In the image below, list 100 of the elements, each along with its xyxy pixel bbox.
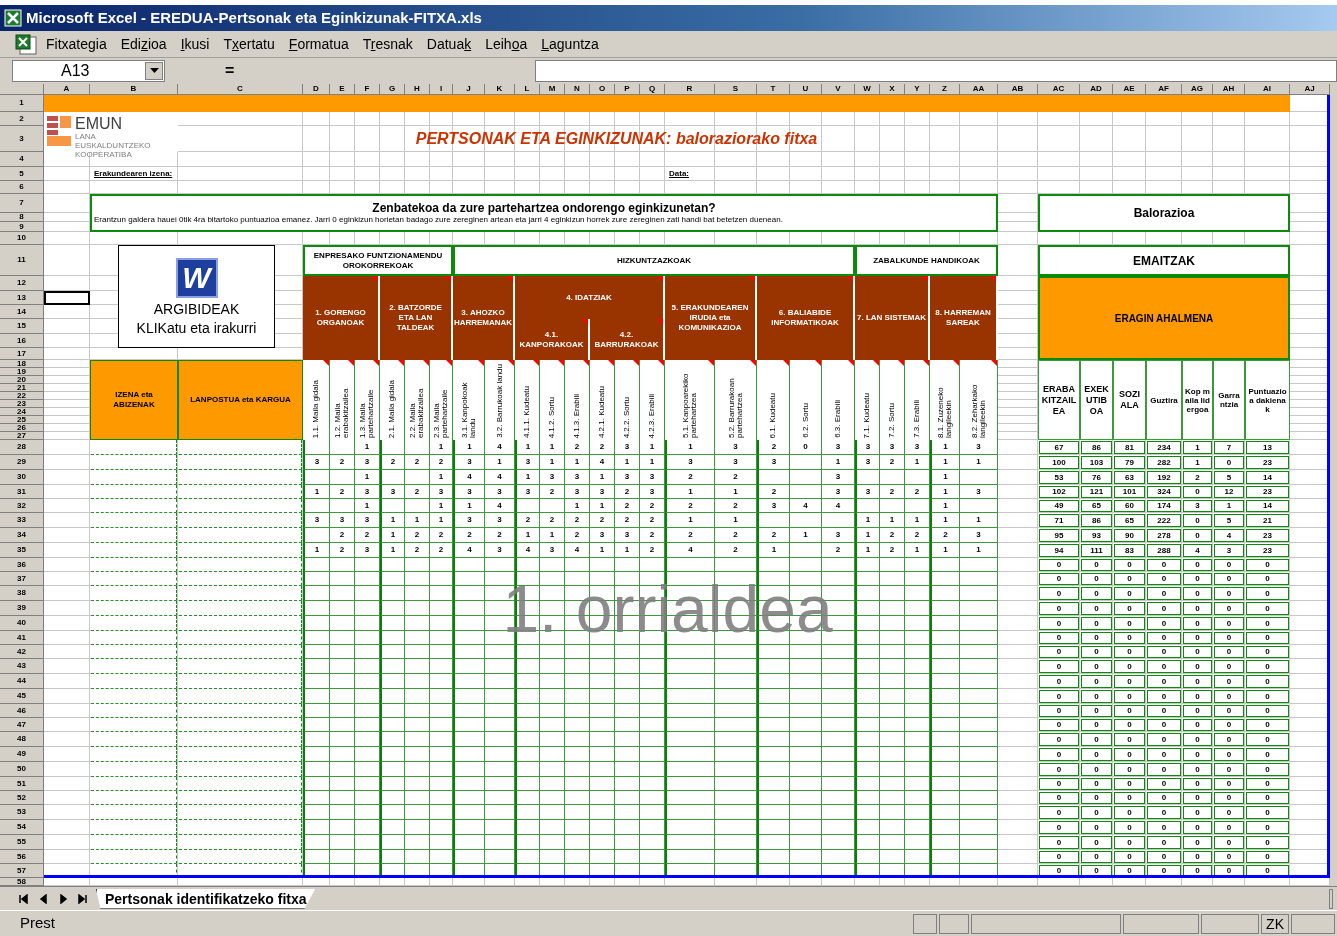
row-header[interactable]: 35 (0, 543, 44, 558)
column-header[interactable]: E (330, 84, 355, 95)
column-header[interactable]: G (380, 84, 405, 95)
row-header[interactable]: 45 (0, 689, 44, 704)
dropdown-button[interactable] (145, 61, 163, 80)
table-cell[interactable] (179, 543, 302, 558)
column-header[interactable]: O (590, 84, 615, 95)
table-cell[interactable] (91, 543, 177, 558)
row-header[interactable]: 43 (0, 659, 44, 674)
row-header[interactable]: 57 (0, 864, 44, 878)
table-cell[interactable] (179, 791, 302, 805)
table-cell[interactable] (179, 689, 302, 704)
table-cell[interactable] (179, 674, 302, 689)
row-header[interactable]: 27 (0, 432, 44, 440)
table-cell[interactable] (91, 835, 177, 850)
row-header[interactable]: 44 (0, 674, 44, 689)
column-header[interactable]: AI (1245, 84, 1290, 95)
row-header[interactable]: 16 (0, 334, 44, 348)
table-cell[interactable] (91, 747, 177, 762)
column-header[interactable]: T (757, 84, 790, 95)
workbook-icon[interactable] (14, 33, 38, 56)
column-header[interactable]: I (430, 84, 453, 95)
table-cell[interactable] (179, 572, 302, 586)
scrollbar-splitter[interactable] (1329, 888, 1333, 909)
table-cell[interactable] (179, 805, 302, 820)
table-cell[interactable] (91, 485, 177, 499)
row-header[interactable]: 10 (0, 232, 44, 245)
row-header[interactable]: 55 (0, 835, 44, 850)
table-cell[interactable] (91, 601, 177, 616)
row-header[interactable]: 5 (0, 167, 44, 181)
table-cell[interactable] (179, 528, 302, 543)
menu-item[interactable]: Edizioa (114, 34, 173, 55)
row-header[interactable]: 56 (0, 850, 44, 864)
table-cell[interactable] (179, 659, 302, 674)
column-header[interactable]: X (880, 84, 905, 95)
menu-item[interactable]: Txertatu (217, 34, 281, 55)
column-header[interactable]: K (485, 84, 515, 95)
column-header[interactable]: L (515, 84, 540, 95)
table-cell[interactable] (179, 850, 302, 864)
column-header[interactable]: AF (1146, 84, 1182, 95)
row-header[interactable]: 1 (0, 95, 44, 112)
table-cell[interactable] (179, 499, 302, 513)
table-cell[interactable] (179, 777, 302, 791)
table-cell[interactable] (91, 820, 177, 835)
column-header[interactable]: D (303, 84, 330, 95)
table-cell[interactable] (179, 747, 302, 762)
table-cell[interactable] (179, 558, 302, 572)
table-cell[interactable] (91, 572, 177, 586)
row-header[interactable]: 28 (0, 440, 44, 455)
table-cell[interactable] (91, 659, 177, 674)
table-cell[interactable] (179, 631, 302, 645)
row-header[interactable]: 9 (0, 222, 44, 232)
row-header[interactable]: 53 (0, 805, 44, 820)
table-cell[interactable] (179, 718, 302, 732)
row-header[interactable]: 39 (0, 601, 44, 616)
column-header[interactable]: B (90, 84, 178, 95)
row-header[interactable]: 50 (0, 762, 44, 777)
table-cell[interactable] (91, 689, 177, 704)
column-header[interactable]: V (822, 84, 855, 95)
row-header[interactable]: 34 (0, 528, 44, 543)
table-cell[interactable] (91, 645, 177, 659)
column-header[interactable]: Z (930, 84, 960, 95)
table-cell[interactable] (91, 440, 177, 455)
table-cell[interactable] (179, 470, 302, 485)
table-cell[interactable] (179, 586, 302, 601)
column-header[interactable]: N (565, 84, 590, 95)
table-cell[interactable] (91, 718, 177, 732)
row-header[interactable]: 11 (0, 245, 44, 276)
column-header[interactable]: AA (960, 84, 998, 95)
table-cell[interactable] (91, 631, 177, 645)
menu-item[interactable]: Laguntza (535, 34, 605, 55)
column-header[interactable]: P (615, 84, 640, 95)
table-cell[interactable] (91, 586, 177, 601)
column-header[interactable]: A (44, 84, 90, 95)
table-cell[interactable] (91, 777, 177, 791)
table-cell[interactable] (179, 440, 302, 455)
column-header[interactable]: U (790, 84, 822, 95)
table-cell[interactable] (179, 820, 302, 835)
table-cell[interactable] (91, 616, 177, 631)
table-cell[interactable] (91, 674, 177, 689)
table-cell[interactable] (179, 704, 302, 718)
row-header[interactable]: 29 (0, 455, 44, 470)
table-cell[interactable] (179, 835, 302, 850)
table-cell[interactable] (91, 528, 177, 543)
row-header[interactable]: 51 (0, 777, 44, 791)
column-header[interactable]: S (715, 84, 757, 95)
table-cell[interactable] (91, 499, 177, 513)
row-header[interactable]: 30 (0, 470, 44, 485)
table-cell[interactable] (91, 704, 177, 718)
table-cell[interactable] (91, 470, 177, 485)
row-header[interactable]: 2 (0, 112, 44, 126)
table-cell[interactable] (179, 645, 302, 659)
table-cell[interactable] (91, 455, 177, 470)
menu-item[interactable]: Leihoa (479, 34, 534, 55)
row-header[interactable]: 8 (0, 213, 44, 222)
row-header[interactable]: 36 (0, 558, 44, 572)
table-cell[interactable] (91, 791, 177, 805)
row-header[interactable]: 37 (0, 572, 44, 586)
row-header[interactable]: 49 (0, 747, 44, 762)
row-header[interactable]: 32 (0, 499, 44, 513)
